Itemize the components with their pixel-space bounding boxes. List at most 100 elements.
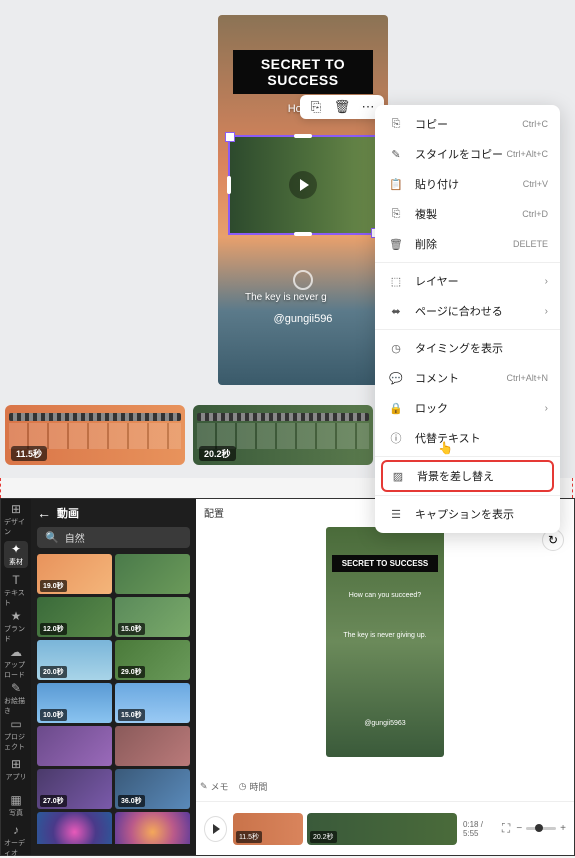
thumb-duration: 29.0秒 (118, 666, 145, 678)
menu-layer[interactable]: ⬚レイヤー› (375, 266, 560, 296)
video-thumbnail[interactable]: 15.0秒 (115, 683, 190, 723)
resize-handle-left[interactable] (227, 176, 231, 194)
sidebar-label: プロジェクト (4, 732, 28, 752)
sidebar-item-design[interactable]: ⊞デザイン (4, 505, 28, 533)
layer-icon: ⬚ (387, 272, 405, 290)
menu-divider (375, 456, 560, 457)
sidebar-item-brand[interactable]: ★ブランド (4, 612, 28, 640)
duration-tab[interactable]: ◷ 時間 (239, 780, 268, 793)
menu-label: レイヤー (415, 273, 459, 289)
menu-fit-page[interactable]: ⬌ページに合わせる› (375, 296, 560, 326)
thumbnail-grid: 19.0秒12.0秒15.0秒20.0秒29.0秒10.0秒15.0秒27.0秒… (31, 554, 196, 844)
video-thumbnail[interactable]: 36.0秒 (115, 769, 190, 809)
sidebar-item-projects[interactable]: ▭プロジェクト (4, 720, 28, 748)
brand-icon: ★ (11, 609, 22, 623)
menu-copy-style[interactable]: ✎スタイルをコピーCtrl+Alt+C (375, 139, 560, 169)
timeline-track[interactable]: 11.5秒 20.2秒 (233, 811, 457, 847)
search-box[interactable]: 🔍 ✕ ⚙ (37, 527, 190, 548)
thumb-duration: 15.0秒 (118, 623, 145, 635)
back-arrow-icon[interactable]: ← (37, 505, 51, 521)
sidebar-item-elements[interactable]: ✦素材 (4, 541, 28, 568)
sidebar-item-audio[interactable]: ♪オーディオ (4, 827, 28, 855)
upload-icon: ☁ (10, 645, 22, 659)
resize-handle-top[interactable] (294, 134, 312, 138)
thumb-duration: 12.0秒 (40, 623, 67, 635)
video-title: SECRET TO SUCCESS (233, 50, 373, 94)
fullscreen-icon[interactable]: ⛶ (502, 821, 510, 836)
menu-divider (375, 262, 560, 263)
menu-alt-text[interactable]: ⓘ代替テキスト (375, 423, 560, 453)
sidebar-item-text[interactable]: Tテキスト (4, 576, 28, 604)
copy-style-icon: ✎ (387, 145, 405, 163)
memo-tab[interactable]: ✎ メモ (200, 780, 229, 793)
phone-preview-2[interactable]: SECRET TO SUCCESS How can you succeed? T… (326, 527, 444, 757)
selected-video-clip[interactable]: The key is never g (228, 135, 378, 235)
menu-label: コピー (415, 116, 448, 132)
clip-duration: 20.2秒 (310, 831, 337, 843)
timeline-clip-2[interactable]: 20.2秒 (193, 405, 373, 465)
sidebar-item-apps[interactable]: ⊞アプリ (4, 756, 28, 783)
video-thumbnail[interactable] (37, 812, 112, 844)
sidebar-label: オーディオ (4, 838, 28, 858)
loop-icon[interactable] (293, 270, 313, 290)
menu-replace-background[interactable]: ▨背景を差し替え (381, 460, 554, 492)
video-thumbnail[interactable]: 20.0秒 (37, 640, 112, 680)
sidebar-item-draw[interactable]: ✎お絵描き (4, 684, 28, 712)
video-thumbnail[interactable] (115, 554, 190, 594)
menu-delete[interactable]: 🗑削除DELETE (375, 229, 560, 259)
video-thumbnail[interactable]: 27.0秒 (37, 769, 112, 809)
menu-label: スタイルをコピー (415, 146, 503, 162)
time-display: 0:18 / 5:55 (463, 820, 496, 838)
clip-duration: 11.5秒 (236, 831, 262, 843)
video-thumbnail[interactable] (115, 726, 190, 766)
menu-label: 背景を差し替え (417, 468, 494, 484)
menu-copy[interactable]: ⎘コピーCtrl+C (375, 109, 560, 139)
menu-lock[interactable]: 🔒ロック› (375, 393, 560, 423)
video-thumbnail[interactable]: 19.0秒 (37, 554, 112, 594)
resize-handle-bottom[interactable] (294, 232, 312, 236)
play-button[interactable] (204, 816, 227, 842)
sidebar-item-photos[interactable]: ▦写真 (4, 792, 28, 819)
copy-icon: ⎘ (387, 115, 405, 133)
video-thumbnail[interactable] (115, 812, 190, 844)
alt-text-icon: ⓘ (387, 429, 405, 447)
zoom-out-icon[interactable]: − (516, 823, 522, 834)
video-thumbnail[interactable]: 12.0秒 (37, 597, 112, 637)
timeline-clip-1[interactable]: 11.5秒 (233, 813, 303, 845)
zoom-control[interactable]: − + (516, 823, 566, 834)
copy-icon[interactable]: ⎘ (308, 99, 324, 115)
menu-duplicate[interactable]: ⎘複製Ctrl+D (375, 199, 560, 229)
menu-show-timing[interactable]: ◷タイミングを表示 (375, 333, 560, 363)
cursor-icon: 👆 (438, 441, 453, 455)
video-thumbnail[interactable]: 10.0秒 (37, 683, 112, 723)
timeline-clip-1[interactable]: 11.5秒 (5, 405, 185, 465)
zoom-slider[interactable] (526, 827, 556, 830)
play-icon[interactable] (289, 171, 317, 199)
video-thumbnail[interactable]: 29.0秒 (115, 640, 190, 680)
menu-show-captions[interactable]: ☰キャプションを表示 (375, 499, 560, 529)
shortcut: Ctrl+Alt+N (506, 373, 548, 383)
menu-comment[interactable]: 💬コメントCtrl+Alt+N (375, 363, 560, 393)
search-input[interactable] (65, 532, 197, 543)
more-icon[interactable]: ⋯ (360, 99, 376, 115)
menu-paste[interactable]: 📋貼り付けCtrl+V (375, 169, 560, 199)
sidebar-label: 写真 (9, 808, 23, 818)
menu-label: 複製 (415, 206, 437, 222)
timeline-clip-2[interactable]: 20.2秒 (307, 813, 457, 845)
trash-icon[interactable]: 🗑 (334, 99, 350, 115)
username: @gungii5963 (326, 720, 444, 727)
menu-label: コメント (415, 370, 459, 386)
canvas[interactable]: SECRET TO SUCCESS How c The key is never… (0, 0, 575, 395)
config-label[interactable]: 配置 (204, 505, 224, 520)
video-thumbnail[interactable]: 15.0秒 (115, 597, 190, 637)
thumb-duration: 36.0秒 (118, 795, 145, 807)
lock-icon: 🔒 (387, 399, 405, 417)
elements-icon: ✦ (11, 542, 21, 556)
projects-icon: ▭ (10, 717, 21, 731)
duplicate-icon: ⎘ (387, 205, 405, 223)
sidebar-item-upload[interactable]: ☁アップロード (4, 648, 28, 676)
zoom-in-icon[interactable]: + (560, 823, 566, 834)
clip-duration: 20.2秒 (199, 446, 236, 461)
video-thumbnail[interactable] (37, 726, 112, 766)
menu-label: 削除 (415, 236, 437, 252)
